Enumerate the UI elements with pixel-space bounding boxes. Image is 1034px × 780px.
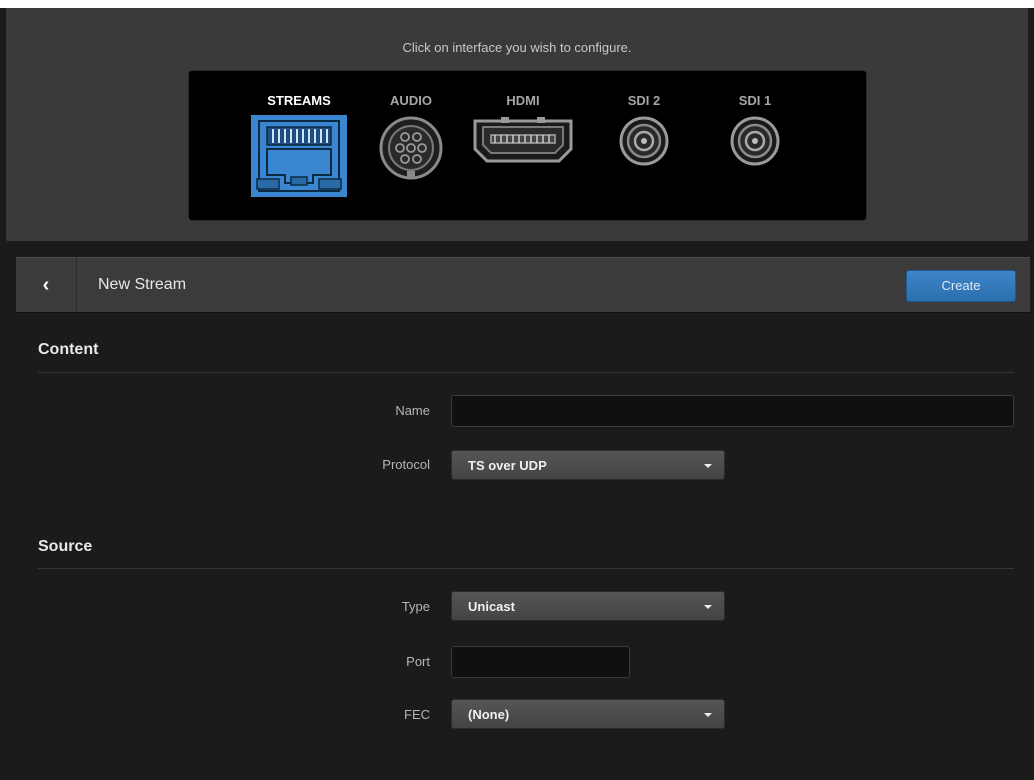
protocol-label: Protocol [382,457,430,472]
interface-audio-label: AUDIO [390,93,432,108]
interface-sdi-2[interactable]: SDI 2 [614,93,674,167]
protocol-selected-value: TS over UDP [468,458,547,473]
fec-selected-value: (None) [468,707,510,722]
top-edge [0,0,1034,8]
fec-select[interactable]: (None) [451,699,725,729]
create-button[interactable]: Create [906,270,1016,302]
name-label: Name [395,403,430,418]
bnc-connector-icon [619,116,669,166]
interface-audio[interactable]: AUDIO [376,93,446,181]
content-section-title: Content [38,341,99,358]
fec-label: FEC [404,707,430,722]
bnc-connector-icon [730,116,780,166]
audio-connector-icon [379,116,443,180]
interface-streams-label: STREAMS [267,93,331,108]
stream-toolbar: ‹ New Stream Create [16,257,1030,313]
chevron-left-icon: ‹ [42,273,50,296]
caret-down-icon [704,464,712,468]
interface-hint: Click on interface you wish to configure… [402,40,632,55]
interface-sdi-1-label: SDI 1 [738,93,772,108]
ethernet-port-icon [251,115,347,197]
interface-selector-panel: Click on interface you wish to configure… [6,8,1028,241]
content-divider [38,372,1014,373]
interface-hdmi-label: HDMI [506,93,540,108]
port-label: Port [406,654,430,669]
type-label: Type [401,599,430,614]
interface-sdi-1[interactable]: SDI 1 [725,93,785,167]
interface-rear-panel: STREAMS AUDIO HDMI SDI 2 SDI 1 [188,70,867,221]
interface-sdi-2-label: SDI 2 [627,93,661,108]
port-input[interactable] [451,646,630,678]
caret-down-icon [704,605,712,609]
hdmi-port-icon [473,117,573,163]
source-section-title: Source [38,538,93,555]
caret-down-icon [704,713,712,717]
back-button[interactable]: ‹ [16,258,77,312]
type-selected-value: Unicast [468,599,515,614]
type-select[interactable]: Unicast [451,591,725,621]
interface-streams[interactable]: STREAMS [249,93,349,197]
page-title: New Stream [98,276,187,293]
right-edge [1028,8,1034,780]
source-divider [38,568,1014,569]
interface-hdmi[interactable]: HDMI [471,93,575,165]
name-input[interactable] [451,395,1014,427]
protocol-select[interactable]: TS over UDP [451,450,725,480]
